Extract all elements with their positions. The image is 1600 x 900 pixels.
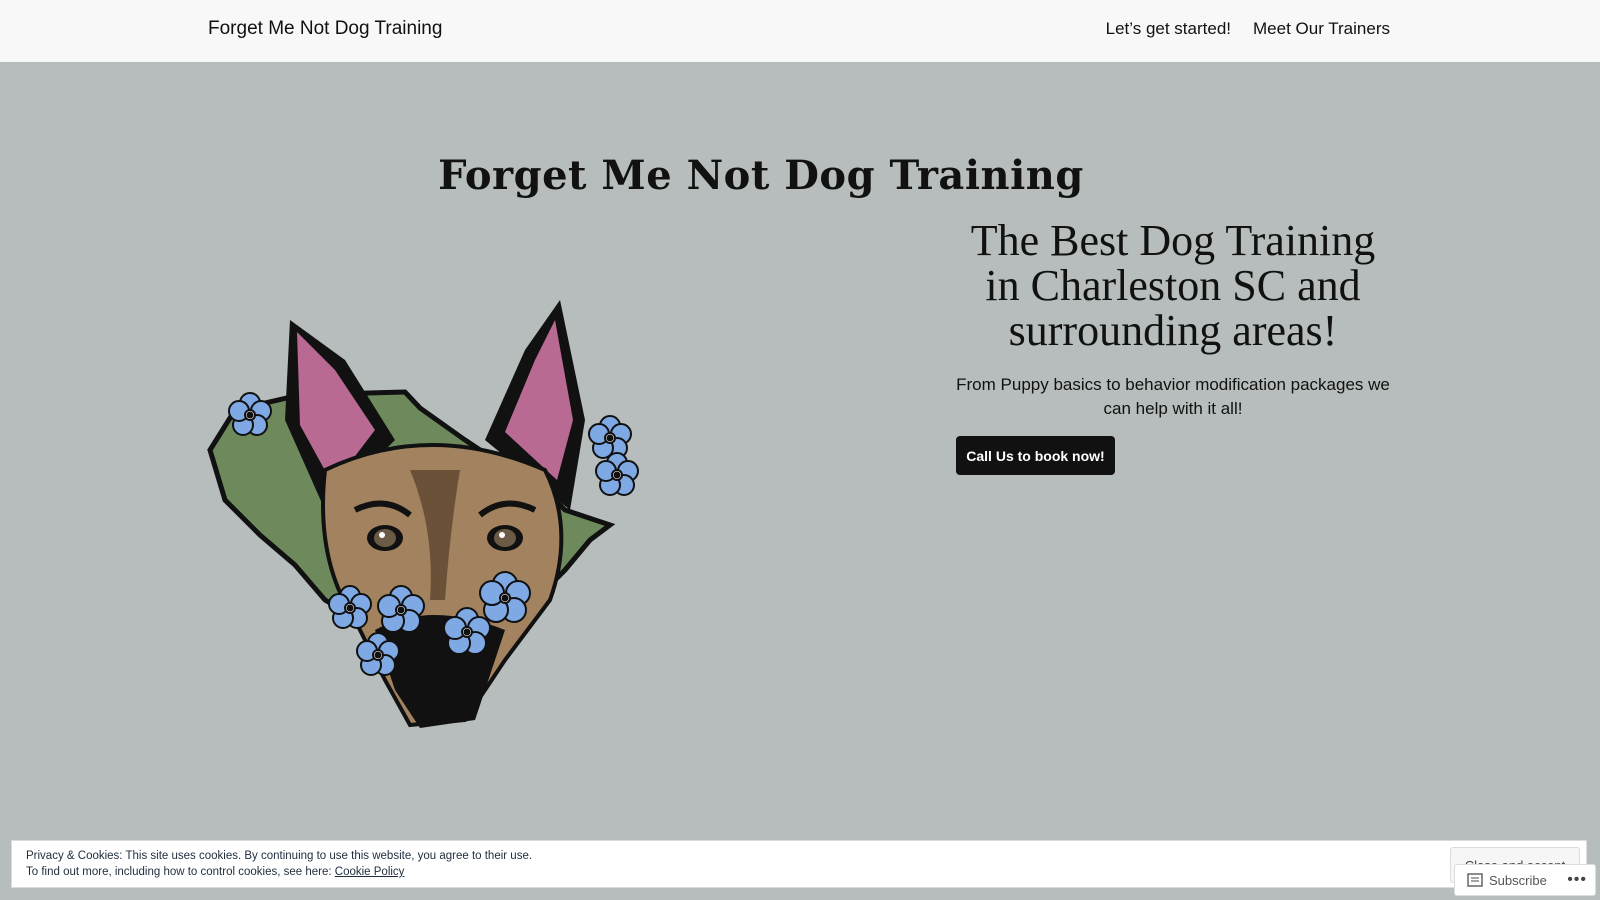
more-options-icon[interactable]: ••• [1567, 871, 1587, 889]
cookie-policy-link[interactable]: Cookie Policy [335, 866, 405, 878]
site-header: Forget Me Not Dog Training Let’s get sta… [0, 0, 1600, 62]
cookie-banner: Privacy & Cookies: This site uses cookie… [11, 840, 1587, 888]
cookie-line-1: Privacy & Cookies: This site uses cookie… [26, 850, 533, 862]
cookie-line-2: To find out more, including how to contr… [26, 864, 532, 880]
subscribe-button[interactable]: Subscribe [1489, 873, 1547, 888]
call-to-book-button[interactable]: Call Us to book now! [956, 436, 1115, 475]
cookie-line-2-prefix: To find out more, including how to contr… [26, 866, 335, 878]
cookie-text: Privacy & Cookies: This site uses cookie… [26, 848, 532, 880]
hero-subtext: From Puppy basics to behavior modificati… [956, 375, 1390, 418]
site-title-link[interactable]: Forget Me Not Dog Training [208, 18, 442, 40]
reader-icon[interactable] [1467, 873, 1483, 887]
main-nav: Let’s get started! Meet Our Trainers [1106, 19, 1390, 39]
nav-meet-our-trainers[interactable]: Meet Our Trainers [1253, 19, 1390, 39]
nav-lets-get-started[interactable]: Let’s get started! [1106, 19, 1231, 39]
hero-title: Forget Me Not Dog Training [438, 152, 1084, 199]
hero-text-column: The Best Dog Training in Charleston SC a… [950, 218, 1396, 421]
subscribe-bar: Subscribe ••• [1454, 864, 1596, 896]
dog-with-flowers-logo [205, 300, 660, 730]
hero-headline: The Best Dog Training in Charleston SC a… [970, 216, 1376, 355]
